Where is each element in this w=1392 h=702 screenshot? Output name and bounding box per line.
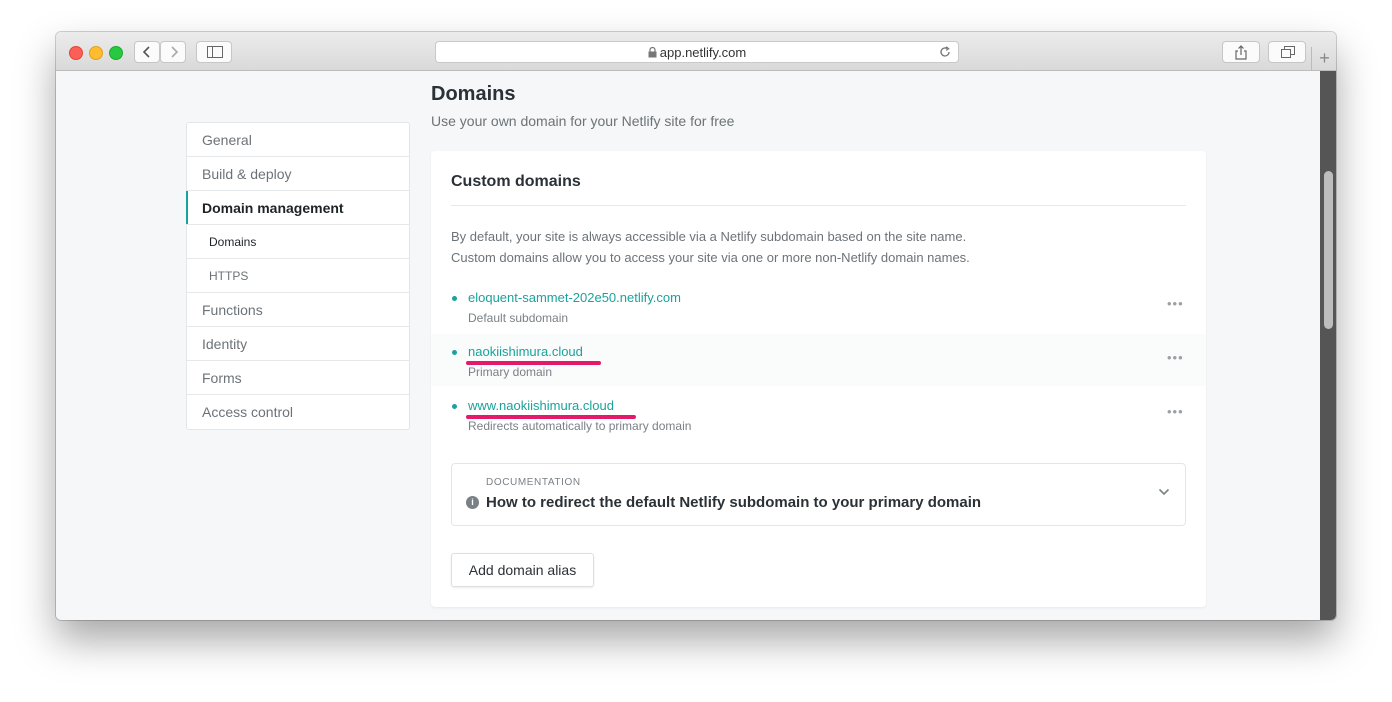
plus-icon: + bbox=[1319, 48, 1330, 68]
domain-row: www.naokiishimura.cloud Redirects automa… bbox=[431, 388, 1206, 440]
more-options-icon[interactable]: ••• bbox=[1167, 404, 1184, 419]
status-dot bbox=[452, 404, 457, 409]
tabs-overview-button[interactable] bbox=[1268, 41, 1306, 63]
sidebar-item-functions[interactable]: Functions bbox=[187, 293, 409, 327]
intro-text: By default, your site is always accessib… bbox=[451, 229, 970, 265]
page-title: Domains bbox=[431, 83, 516, 105]
browser-window: app.netlify.com + General Build & deploy… bbox=[56, 32, 1336, 620]
domain-row: eloquent-sammet-202e50.netlify.com Defau… bbox=[431, 280, 1206, 332]
sidebar-subitem-https[interactable]: HTTPS bbox=[187, 259, 409, 293]
scrollbar-thumb[interactable] bbox=[1324, 171, 1333, 329]
back-button[interactable] bbox=[134, 41, 160, 63]
sidebar-item-domain-management[interactable]: Domain management bbox=[186, 191, 409, 225]
new-tab-button[interactable]: + bbox=[1311, 47, 1336, 70]
sidebar-item-forms[interactable]: Forms bbox=[187, 361, 409, 395]
doc-label: DOCUMENTATION bbox=[486, 477, 581, 488]
domain-link[interactable]: naokiishimura.cloud bbox=[468, 344, 583, 359]
custom-domains-card: Custom domains By default, your site is … bbox=[431, 151, 1206, 607]
page-subtitle: Use your own domain for your Netlify sit… bbox=[431, 113, 735, 129]
add-domain-alias-button[interactable]: Add domain alias bbox=[451, 553, 594, 587]
page-content: General Build & deploy Domain management… bbox=[56, 71, 1320, 620]
zoom-window-button[interactable] bbox=[109, 46, 123, 60]
info-icon: i bbox=[466, 496, 479, 509]
chevron-down-icon[interactable] bbox=[1158, 488, 1170, 496]
domain-row: naokiishimura.cloud Primary domain ••• bbox=[431, 334, 1206, 386]
card-title: Custom domains bbox=[451, 173, 581, 190]
domain-note: Redirects automatically to primary domai… bbox=[468, 419, 692, 433]
url-text: app.netlify.com bbox=[659, 45, 747, 60]
share-button[interactable] bbox=[1222, 41, 1260, 63]
doc-title: How to redirect the default Netlify subd… bbox=[486, 494, 982, 511]
address-bar[interactable]: app.netlify.com bbox=[435, 41, 959, 63]
minimize-window-button[interactable] bbox=[89, 46, 103, 60]
domain-note: Default subdomain bbox=[468, 311, 569, 325]
forward-button[interactable] bbox=[160, 41, 186, 63]
status-dot bbox=[452, 296, 457, 301]
more-options-icon[interactable]: ••• bbox=[1167, 296, 1184, 311]
sidebar-toggle-button[interactable] bbox=[196, 41, 232, 63]
chevron-right-icon bbox=[171, 46, 179, 58]
reload-icon[interactable] bbox=[939, 46, 951, 58]
divider bbox=[451, 205, 1186, 206]
documentation-accordion[interactable]: i DOCUMENTATION How to redirect the defa… bbox=[451, 463, 1186, 526]
sidebar-subitem-domains[interactable]: Domains bbox=[187, 225, 409, 259]
sidebar-icon bbox=[207, 46, 223, 58]
chevron-left-icon bbox=[142, 46, 150, 58]
lock-icon bbox=[648, 46, 657, 58]
settings-sidebar: General Build & deploy Domain management… bbox=[186, 122, 410, 430]
status-dot bbox=[452, 350, 457, 355]
scrollbar[interactable] bbox=[1320, 71, 1336, 620]
domain-link[interactable]: eloquent-sammet-202e50.netlify.com bbox=[468, 290, 681, 305]
domain-link[interactable]: www.naokiishimura.cloud bbox=[468, 398, 614, 413]
share-icon bbox=[1235, 45, 1247, 60]
tabs-icon bbox=[1281, 46, 1295, 58]
sidebar-item-build-deploy[interactable]: Build & deploy bbox=[187, 157, 409, 191]
sidebar-item-identity[interactable]: Identity bbox=[187, 327, 409, 361]
more-options-icon[interactable]: ••• bbox=[1167, 350, 1184, 365]
browser-toolbar: app.netlify.com + bbox=[56, 32, 1336, 71]
sidebar-item-access-control[interactable]: Access control bbox=[187, 395, 409, 429]
sidebar-item-general[interactable]: General bbox=[187, 123, 409, 157]
domain-note: Primary domain bbox=[468, 365, 553, 379]
close-window-button[interactable] bbox=[69, 46, 83, 60]
